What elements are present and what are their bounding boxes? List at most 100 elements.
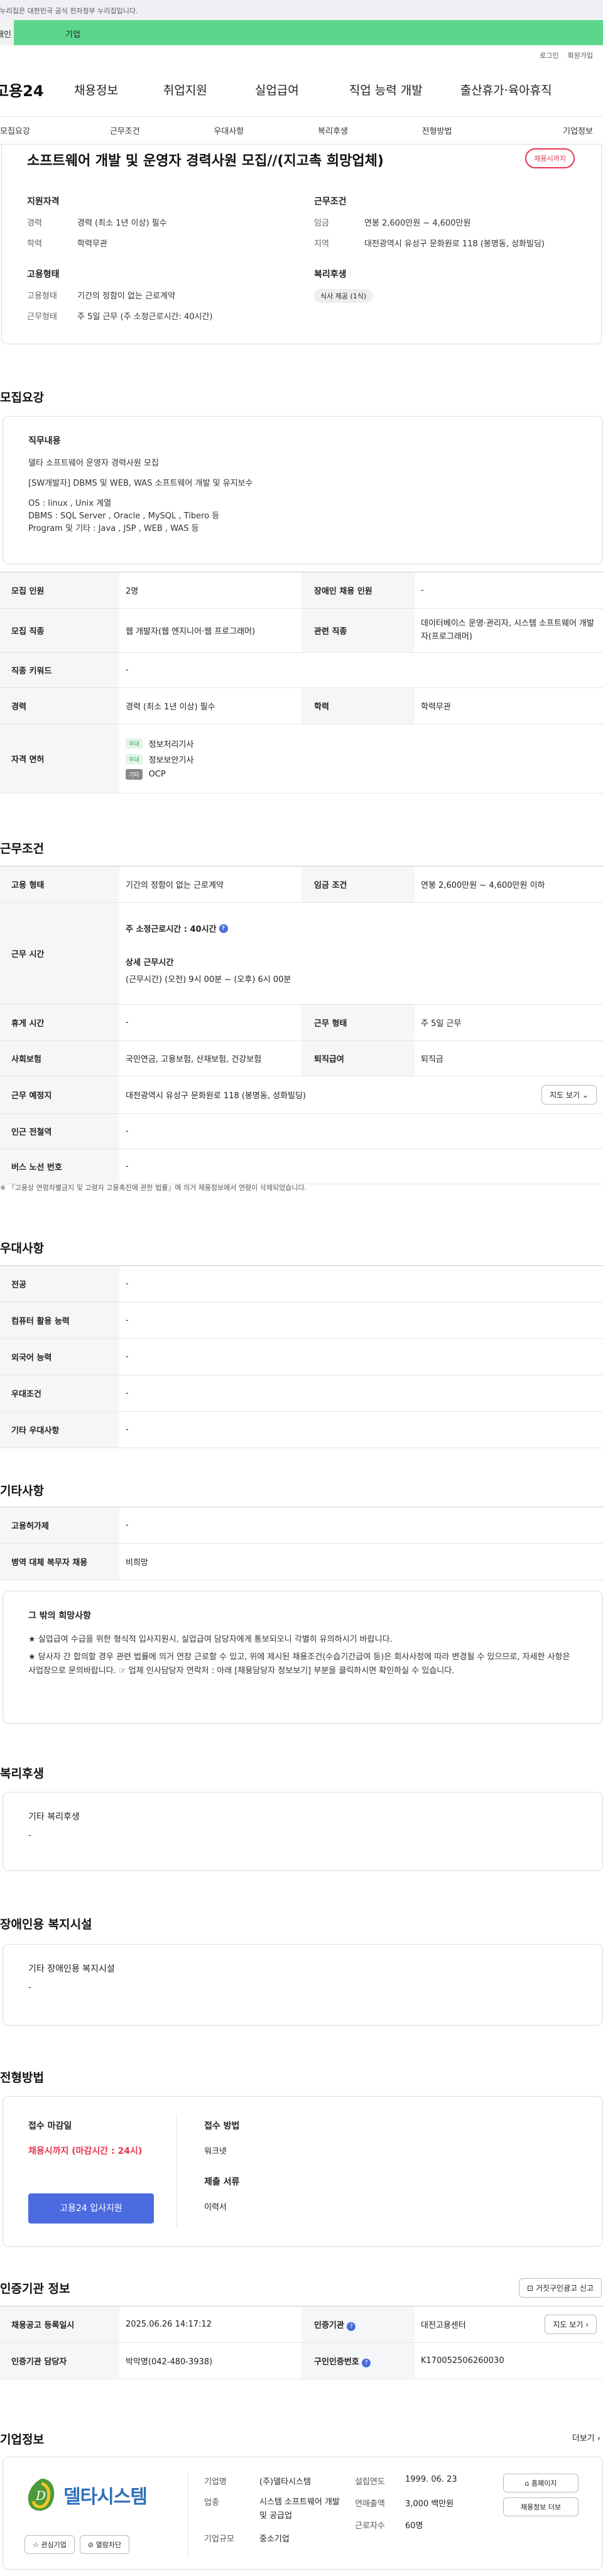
chevron-down-icon: ⌄ — [582, 1091, 589, 1100]
agency-value: 대전고용센터 — [421, 2321, 466, 2330]
industry-value: 시스템 소프트웨어 개발 및 공급업 — [259, 2497, 340, 2521]
job-title: 소프트웨어 개발 및 운영자 경력사원 모집//(지고촉 희망업체) — [27, 153, 384, 169]
wage-value: 연봉 2,600만원 ~ 4,600만원 — [364, 219, 471, 228]
pref-computer-value: - — [119, 1302, 603, 1339]
employ-value: 기간의 정함이 없는 근로계약 — [119, 866, 302, 903]
experience-value: 경력 (최소 1년 이상) 필수 — [77, 219, 167, 228]
work-table: 고용 형태 기간의 정함이 없는 근로계약 임금 조건 연봉 2,600만원 ~… — [0, 866, 603, 1184]
screening-section-title: 전형방법 — [0, 2071, 44, 2085]
gnb-item-unemployment[interactable]: 실업급여 — [255, 81, 299, 98]
qualification-title: 지원자격 — [27, 197, 60, 207]
recruit-section-title: 모집요강 — [0, 391, 44, 405]
pref-condition-value: - — [119, 1375, 603, 1412]
company-more-link[interactable]: 더보기 › — [572, 2431, 600, 2443]
docs-value: 이력서 — [204, 2203, 227, 2212]
education-value: 학력무관 — [77, 239, 107, 249]
top-links: 로그인 회원가입 — [0, 45, 603, 63]
insurance-value: 국민연금, 고용보험, 산재보험, 건강보험 — [119, 1040, 302, 1076]
gnb-item-parental-leave[interactable]: 출산휴가·육아휴직 — [460, 81, 552, 98]
tab-welfare[interactable]: 복리후생 — [281, 124, 385, 136]
method-value: 워크넷 — [204, 2147, 227, 2156]
pref-language-value: - — [119, 1338, 603, 1375]
license-item: 우대 정보보안기사 — [126, 753, 597, 765]
break-value: - — [119, 1004, 302, 1041]
military-value: 비희망 — [119, 1543, 603, 1580]
license-item: 기타 OCP — [126, 769, 597, 780]
homepage-button[interactable]: ⌂ 홈페이지 — [503, 2474, 579, 2492]
job-summary-card: 소프트웨어 개발 및 운영자 경력사원 모집//(지고촉 희망업체) 채용시까지… — [1, 145, 602, 344]
info-icon[interactable]: ? — [362, 2358, 371, 2367]
tab-recruit[interactable]: 모집요강 — [0, 124, 73, 136]
block-button[interactable]: ⊘ 열람차단 — [79, 2535, 130, 2554]
chevron-right-icon: › — [585, 2320, 589, 2329]
gnb-item-jobs[interactable]: 채용정보 — [74, 81, 118, 98]
employment-title: 고용형태 — [27, 270, 60, 280]
apply-button[interactable]: 고용24 입사지원 — [28, 2193, 154, 2224]
other-wishes-line: ★ 당사자 간 합의할 경우 관련 법률에 의거 연장 근로할 수 있고, 위에… — [28, 1652, 570, 1676]
duty-line: 델타 소프트웨어 운영자 경력사원 모집 — [28, 458, 159, 468]
qualification-block: 지원자격 경력 경력 (최소 1년 이상) 필수 학력 학력무관 — [27, 195, 289, 258]
welfare-card: 기타 복리후생 - — [3, 1792, 603, 1871]
employment-block: 고용형태 고용형태 기간의 정함이 없는 근로계약 근무형태 주 5일 근무 (주 … — [27, 268, 289, 330]
cert-id-value: K170052506260030 — [415, 2342, 603, 2379]
employ-type-value: 기간의 정함이 없는 근로계약 — [77, 292, 175, 301]
tab-company[interactable]: 기업 — [14, 20, 603, 45]
company-name-value: (주)델타시스템 — [259, 2477, 311, 2487]
method-title: 접수 방법 — [204, 2121, 240, 2131]
duty-title: 직무내용 — [28, 436, 61, 446]
favorite-company-button[interactable]: ☆ 관심기업 — [24, 2535, 75, 2554]
bus-value: - — [119, 1149, 603, 1184]
wage-condition-value: 연봉 2,600만원 ~ 4,600만원 이하 — [415, 866, 603, 903]
company-card: D 델타시스템 ☆ 관심기업 ⊘ 열람차단 기업명 (주)델타시스템 업종 시스템 … — [3, 2457, 603, 2570]
edu-value: 학력무관 — [415, 687, 603, 724]
founded-value: 1999. 06. 23 — [405, 2475, 457, 2484]
preference-table: 전공 - 컴퓨터 활용 능력 - 외국어 능력 - 우대조건 - 기타 우대사항 - — [0, 1265, 603, 1448]
disabled-section-title: 장애인용 복지시설 — [0, 1918, 92, 1931]
welfare-box-title: 기타 복리후생 — [28, 1812, 80, 1822]
work-section-title: 근무조건 — [0, 842, 44, 856]
hours-detail-title: 상세 근무시간 — [126, 958, 174, 968]
tab-company[interactable]: 기업정보 — [489, 124, 603, 136]
welfare-section-title: 복리후생 — [0, 1767, 44, 1781]
pref-other-value: - — [119, 1411, 603, 1448]
work-condition-block: 근무조건 임금 연봉 2,600만원 ~ 4,600만원 지역 대전광역시 유성구 … — [314, 195, 576, 258]
tab-preference[interactable]: 우대사항 — [177, 124, 281, 136]
site-logo[interactable]: 고용24 — [0, 79, 64, 101]
info-icon[interactable]: ? — [219, 924, 228, 933]
work-type-value: 주 5일 근무 (주 소정근로시간: 40시간) — [77, 312, 213, 322]
disabled-card: 기타 장애인용 복지시설 - — [3, 1944, 603, 2026]
svg-text:D: D — [35, 2488, 46, 2503]
tab-individual[interactable]: 개인 — [0, 20, 14, 45]
etc-table: 고용허가제 - 병역 대체 복무자 채용 비희망 — [0, 1507, 603, 1580]
gov-banner: 이 누리집은 대한민국 공식 전자정부 누리집입니다. — [0, 0, 603, 20]
duty-line: Program 및 기타 : Java , JSP , WEB , WAS 등 — [28, 524, 199, 534]
other-wishes-line: ★ 실업급여 수급을 위한 형식적 입사지원시, 실업급여 담당자에게 통보되오… — [28, 1634, 393, 1644]
info-icon[interactable]: ? — [347, 2322, 356, 2331]
hours-detail: (근무시간) (오전) 9시 00분 ~ (오후) 6시 00분 — [126, 975, 291, 985]
company-jobs-button[interactable]: 채용정보 더보 — [503, 2497, 579, 2516]
tab-work[interactable]: 근무조건 — [73, 124, 177, 136]
tab-screening[interactable]: 전형방법 — [385, 124, 489, 136]
duty-card: 직무내용 델타 소프트웨어 운영자 경력사원 모집 [SW개발자] DBMS 및… — [3, 416, 603, 564]
deadline-badge: 채용시까지 — [525, 148, 575, 168]
agency-map-button[interactable]: 지도 보기 › — [545, 2315, 597, 2334]
hours-total: 주 소정근로시간 : 40시간 — [126, 925, 217, 934]
sales-value: 3,000 백만원 — [405, 2499, 454, 2509]
staff-value: 60명 — [405, 2521, 423, 2531]
work-condition-title: 근무조건 — [314, 197, 347, 207]
license-list: 우대 정보처리기사 우대 정보보안기사 기타 OCP — [119, 724, 603, 794]
report-button[interactable]: ⊡ 거짓구인광고 신고 — [518, 2278, 602, 2298]
signup-link[interactable]: 회원가입 — [568, 50, 593, 63]
global-nav: 고용24 채용정보 취업지원 실업급여 직업 능력 개발 출산휴가·육아휴직 — [0, 63, 603, 117]
cert-table: 채용공고 등록일시 2025.06.26 14:17:12 인증기관 ? 대전고… — [0, 2306, 603, 2379]
gnb-item-training[interactable]: 직업 능력 개발 — [349, 81, 423, 98]
company-logo-icon: D — [28, 2479, 55, 2511]
pref-major-value: - — [119, 1265, 603, 1302]
block-icon: ⊘ — [87, 2541, 94, 2549]
age-footnote: ※ 『고용상 연령차별금지 및 고령자 고용촉진에 관한 법률』에 의거 채용정… — [0, 1184, 307, 1192]
disabled-headcount-value: - — [415, 572, 603, 609]
map-button[interactable]: 지도 보기 ⌄ — [541, 1085, 597, 1105]
login-link[interactable]: 로그인 — [540, 50, 558, 63]
gnb-item-employment-support[interactable]: 취업지원 — [163, 81, 207, 98]
manager-value: 박막명(042-480-3938) — [119, 2342, 302, 2379]
